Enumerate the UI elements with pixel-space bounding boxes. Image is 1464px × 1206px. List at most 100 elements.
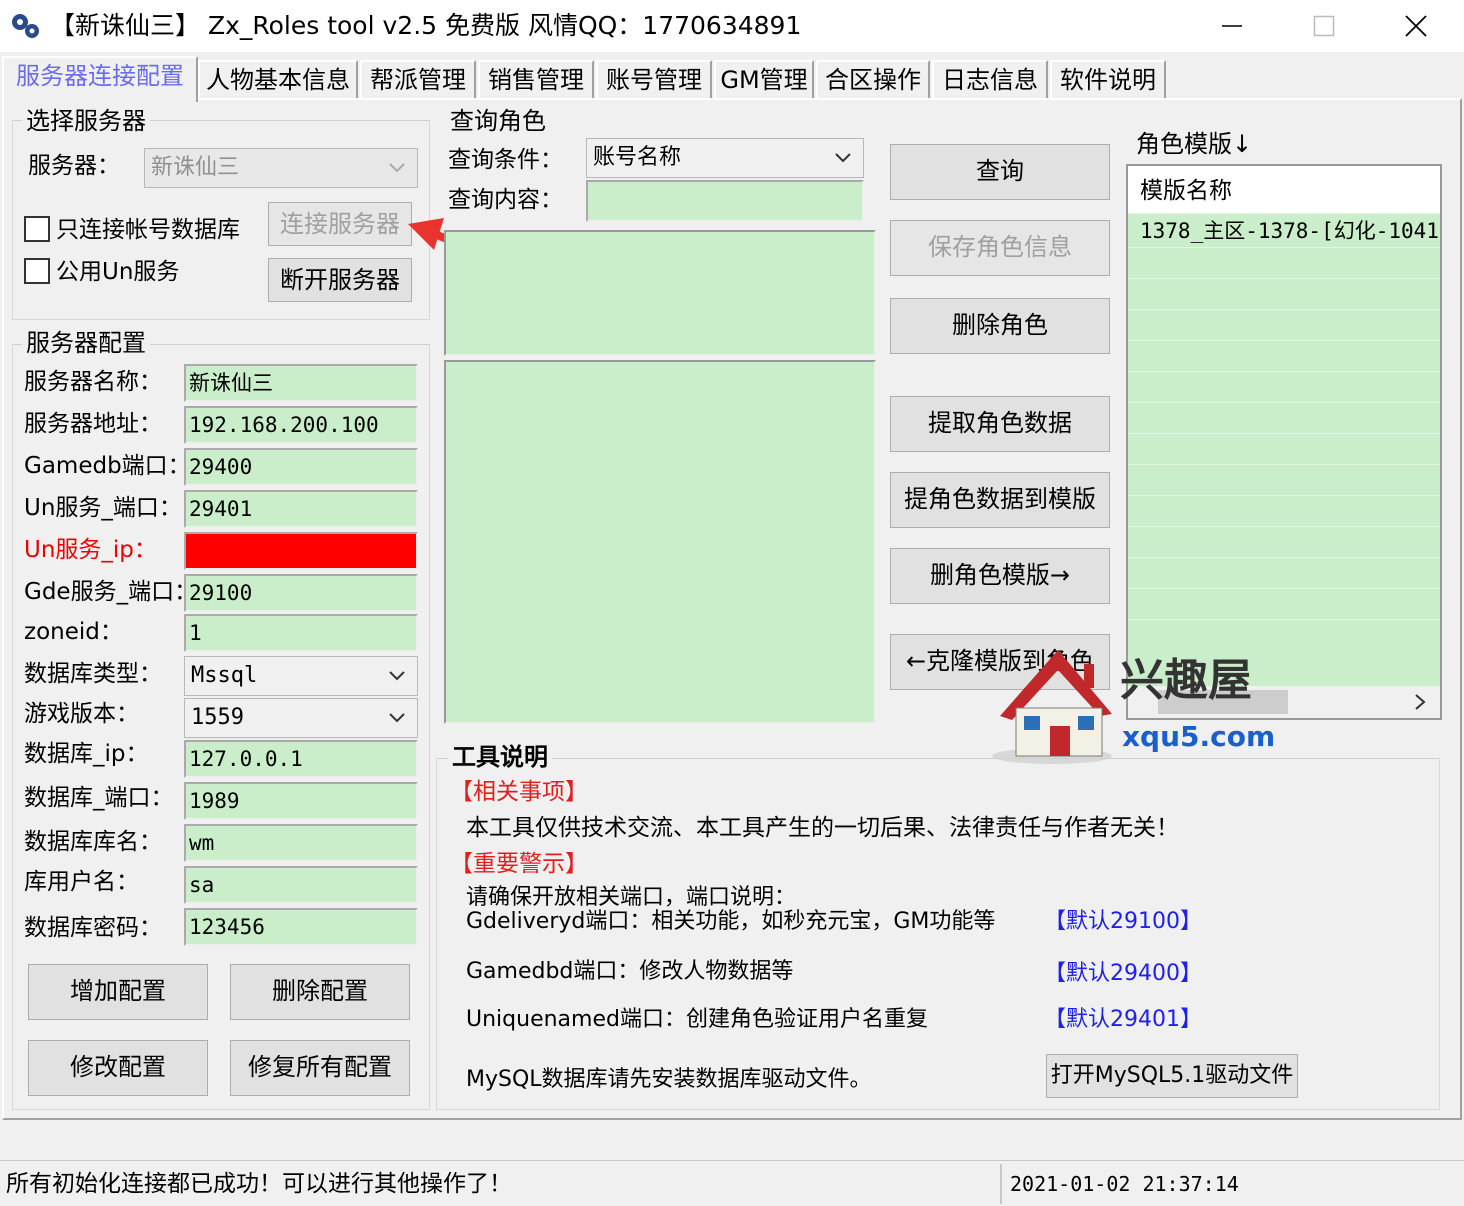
- db-port-label: 数据库_端口：: [24, 785, 174, 811]
- db-user-field[interactable]: sa: [184, 866, 418, 904]
- select-server-title: 选择服务器: [22, 106, 150, 136]
- tab-sales[interactable]: 销售管理: [478, 60, 594, 100]
- un-ip-label: Un服务_ip：: [24, 537, 157, 563]
- db-ip-field[interactable]: 127.0.0.1: [184, 740, 418, 778]
- watermark-brand: 兴趣屋: [1120, 655, 1252, 706]
- public-un-checkbox[interactable]: [24, 258, 50, 284]
- tab-gm[interactable]: GM管理: [714, 60, 814, 100]
- gde-port-field[interactable]: 29100: [184, 574, 418, 612]
- template-row[interactable]: 1378_主区-1378-[幻化-1041: [1128, 214, 1440, 248]
- status-datetime: 2021-01-02 21:37:14: [1010, 1172, 1239, 1196]
- disconnect-server-button[interactable]: 断开服务器: [268, 258, 412, 302]
- tab-merge[interactable]: 合区操作: [816, 60, 930, 100]
- server-name-field[interactable]: 新诛仙三: [184, 364, 418, 402]
- tab-accounts[interactable]: 账号管理: [596, 60, 712, 100]
- zoneid-label: zoneid：: [24, 619, 123, 645]
- query-content-input[interactable]: [586, 180, 864, 222]
- chevron-down-icon: [389, 163, 405, 173]
- server-address-field[interactable]: 192.168.200.100: [184, 406, 418, 444]
- query-title: 查询角色: [446, 106, 550, 136]
- db-port-field[interactable]: 1989: [184, 782, 418, 820]
- scroll-right-icon[interactable]: [1410, 692, 1430, 712]
- delete-config-button[interactable]: 删除配置: [230, 964, 410, 1020]
- notice-text: 本工具仅供技术交流、本工具产生的一切后果、法律责任与作者无关！: [466, 815, 1179, 841]
- extract-to-template-button[interactable]: 提角色数据到模版: [890, 472, 1110, 528]
- un-port-label: Un服务_端口：: [24, 495, 182, 521]
- query-content-label: 查询内容：: [448, 187, 563, 213]
- maximize-icon: [1313, 15, 1335, 37]
- server-name-label: 服务器名称：: [24, 369, 162, 395]
- list-item: [1128, 434, 1440, 465]
- only-account-db-label: 只连接帐号数据库: [56, 217, 240, 243]
- gamedb-text: Gamedbd端口：修改人物数据等: [466, 959, 794, 984]
- un-port-field[interactable]: 29401: [184, 490, 418, 528]
- delete-role-button[interactable]: 删除角色: [890, 298, 1110, 354]
- gdelivery-text: Gdeliveryd端口：相关功能，如秒充元宝，GM功能等: [466, 909, 996, 934]
- list-item: [1128, 310, 1440, 341]
- delete-template-button[interactable]: 删角色模版→: [890, 548, 1110, 604]
- query-condition-label: 查询条件：: [448, 147, 563, 173]
- gamedb-default: 【默认29400】: [1044, 961, 1202, 986]
- query-button[interactable]: 查询: [890, 144, 1110, 200]
- minimize-icon: [1222, 25, 1242, 27]
- save-role-button[interactable]: 保存角色信息: [890, 220, 1110, 276]
- tab-guild[interactable]: 帮派管理: [360, 60, 476, 100]
- uniquename-default: 【默认29401】: [1044, 1007, 1202, 1032]
- tab-logs[interactable]: 日志信息: [932, 60, 1048, 100]
- chevron-down-icon: [389, 713, 405, 723]
- tool-info-title: 工具说明: [448, 742, 552, 772]
- chevron-down-icon: [835, 153, 851, 163]
- tab-about[interactable]: 软件说明: [1050, 60, 1166, 100]
- minimize-button[interactable]: [1186, 0, 1278, 52]
- server-address-label: 服务器地址：: [24, 411, 162, 437]
- modify-config-button[interactable]: 修改配置: [28, 1040, 208, 1096]
- gde-port-label: Gde服务_端口：: [24, 579, 198, 605]
- extract-role-button[interactable]: 提取角色数据: [890, 396, 1110, 452]
- role-detail-box[interactable]: [444, 360, 876, 724]
- list-item: [1128, 496, 1440, 527]
- add-config-button[interactable]: 增加配置: [28, 964, 208, 1020]
- public-un-label: 公用Un服务: [56, 259, 180, 285]
- db-password-field[interactable]: 123456: [184, 908, 418, 946]
- templates-title: 角色模版↓: [1136, 130, 1253, 158]
- server-select[interactable]: 新诛仙三: [144, 148, 418, 188]
- connect-server-button[interactable]: 连接服务器: [268, 202, 412, 246]
- repair-configs-button[interactable]: 修复所有配置: [230, 1040, 410, 1096]
- server-config-title: 服务器配置: [22, 328, 150, 358]
- zoneid-field[interactable]: 1: [184, 614, 418, 652]
- watermark-logo: 兴趣屋 xqu5.com: [990, 646, 1280, 766]
- db-type-select[interactable]: Mssql: [184, 656, 418, 696]
- query-condition-select[interactable]: 账号名称: [586, 138, 864, 178]
- list-item: [1128, 589, 1440, 620]
- templates-list[interactable]: 模版名称 1378_主区-1378-[幻化-1041: [1126, 164, 1442, 720]
- open-mysql-driver-button[interactable]: 打开MySQL5.1驱动文件: [1046, 1054, 1298, 1098]
- close-icon: [1405, 15, 1427, 37]
- templates-header[interactable]: 模版名称: [1128, 166, 1440, 214]
- list-item: [1128, 372, 1440, 403]
- maximize-button[interactable]: [1278, 0, 1370, 52]
- app-gear-icon: [12, 14, 39, 38]
- gamedb-port-field[interactable]: 29400: [184, 448, 418, 486]
- db-name-label: 数据库库名：: [24, 829, 162, 855]
- watermark-site: xqu5.com: [1122, 720, 1276, 753]
- mysql-text: MySQL数据库请先安装数据库驱动文件。: [466, 1067, 872, 1092]
- tab-server-connection[interactable]: 服务器连接配置: [2, 56, 198, 102]
- close-button[interactable]: [1370, 0, 1462, 52]
- db-user-label: 库用户名：: [24, 869, 139, 895]
- list-item: [1128, 527, 1440, 558]
- gdelivery-default: 【默认29100】: [1044, 909, 1202, 934]
- status-divider: [1000, 1164, 1002, 1204]
- only-account-db-checkbox[interactable]: [24, 216, 50, 242]
- game-version-value: 1559: [191, 705, 244, 730]
- query-results-box[interactable]: [444, 230, 876, 356]
- chevron-down-icon: [389, 671, 405, 681]
- tab-character-info[interactable]: 人物基本信息: [198, 60, 358, 100]
- db-name-field[interactable]: wm: [184, 824, 418, 862]
- db-password-label: 数据库密码：: [24, 915, 162, 941]
- game-version-label: 游戏版本：: [24, 701, 139, 727]
- un-ip-field[interactable]: [184, 532, 418, 570]
- server-select-value: 新诛仙三: [151, 155, 240, 180]
- gamedb-port-label: Gamedb端口：: [24, 453, 191, 479]
- db-type-value: Mssql: [191, 663, 258, 688]
- game-version-select[interactable]: 1559: [184, 698, 418, 738]
